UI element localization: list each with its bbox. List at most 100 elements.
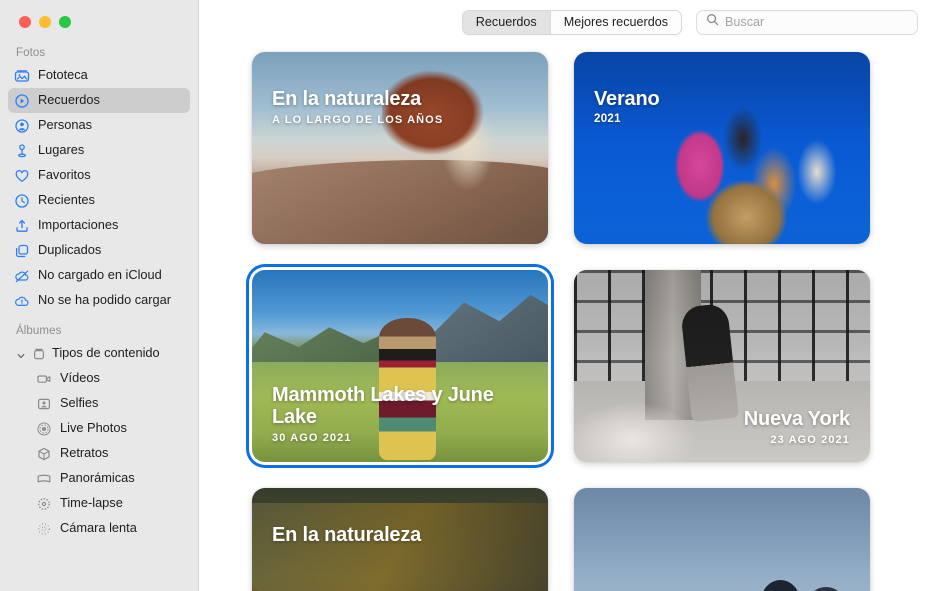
memory-card-mammoth-lakes-y-june-lake[interactable]: Mammoth Lakes y June Lake 30 AGO 2021 [252, 270, 548, 462]
sidebar-item-label: No cargado en iCloud [38, 269, 162, 282]
memory-subtitle: 23 AGO 2021 [594, 434, 850, 446]
minimize-button[interactable] [39, 16, 51, 28]
sidebar-item-label: No se ha podido cargar [38, 294, 171, 307]
tab-label: Recuerdos [476, 15, 537, 29]
cloud-warning-icon [14, 293, 30, 309]
sidebar-item-label: Lugares [38, 144, 84, 157]
portrait-cube-icon [36, 446, 52, 462]
cloud-slash-icon [14, 268, 30, 284]
slow-motion-icon [36, 521, 52, 537]
memory-card-wrap: Nueva York 23 AGO 2021 [574, 270, 870, 462]
silhouette [806, 587, 846, 591]
sidebar-item-label: Panorámicas [60, 472, 135, 485]
memory-title: Verano [594, 88, 850, 110]
tab-mejores-recuerdos[interactable]: Mejores recuerdos [550, 11, 681, 34]
sidebar-item-no-se-ha-podido-cargar[interactable]: No se ha podido cargar [8, 288, 190, 313]
sidebar-item-camara-lenta[interactable]: Cámara lenta [8, 516, 190, 541]
sidebar-item-time-lapse[interactable]: Time-lapse [8, 491, 190, 516]
memories-grid-scroll[interactable]: En la naturaleza A LO LARGO DE LOS AÑOS … [199, 44, 931, 591]
sidebar-group-label: Tipos de contenido [52, 347, 160, 360]
sidebar-section-header-fotos: Fotos [0, 44, 198, 63]
close-button[interactable] [19, 16, 31, 28]
sidebar-item-label: Importaciones [38, 219, 118, 232]
chevron-down-icon[interactable] [16, 349, 26, 359]
sidebar-item-panoramicas[interactable]: Panorámicas [8, 466, 190, 491]
sidebar-item-duplicados[interactable]: Duplicados [8, 238, 190, 263]
sidebar-item-label: Cámara lenta [60, 522, 137, 535]
memory-card-wrap: En la naturaleza A LO LARGO DE LOS AÑOS [252, 52, 548, 244]
content-types-icon [31, 346, 47, 362]
memory-card-dusk-silhouettes[interactable] [574, 488, 870, 591]
video-icon [36, 371, 52, 387]
memory-card-en-la-naturaleza-2[interactable]: En la naturaleza [252, 488, 548, 591]
sidebar-nav-fotos: Fototeca Recuerdos Personas Lugares [0, 63, 198, 313]
sidebar-item-no-cargado-icloud[interactable]: No cargado en iCloud [8, 263, 190, 288]
memory-card-nueva-york[interactable]: Nueva York 23 AGO 2021 [574, 270, 870, 462]
sidebar-item-selfies[interactable]: Selfies [8, 391, 190, 416]
search-field[interactable]: Buscar [696, 10, 918, 35]
sidebar-section-header-albumes: Álbumes [0, 313, 198, 341]
selfie-icon [36, 396, 52, 412]
sidebar-group-tipos-de-contenido[interactable]: Tipos de contenido [8, 341, 190, 366]
memories-grid: En la naturaleza A LO LARGO DE LOS AÑOS … [199, 52, 931, 591]
heart-icon [14, 168, 30, 184]
sidebar-item-lugares[interactable]: Lugares [8, 138, 190, 163]
memory-subtitle: 2021 [594, 113, 850, 125]
sidebar-item-label: Live Photos [60, 422, 127, 435]
memory-card-wrap: Verano 2021 [574, 52, 870, 244]
memory-subtitle: 30 AGO 2021 [272, 432, 528, 444]
sidebar: Fotos Fototeca Recuerdos Personas [0, 0, 199, 591]
sidebar-item-label: Recuerdos [38, 94, 100, 107]
sidebar-item-favoritos[interactable]: Favoritos [8, 163, 190, 188]
sidebar-item-label: Fototeca [38, 69, 88, 82]
sidebar-item-personas[interactable]: Personas [8, 113, 190, 138]
sidebar-item-importaciones[interactable]: Importaciones [8, 213, 190, 238]
memory-title: Mammoth Lakes y June Lake [272, 384, 528, 428]
memory-caption: En la naturaleza A LO LARGO DE LOS AÑOS [272, 88, 528, 126]
memory-caption: Mammoth Lakes y June Lake 30 AGO 2021 [272, 384, 528, 444]
sidebar-item-label: Selfies [60, 397, 98, 410]
search-placeholder: Buscar [725, 15, 764, 29]
memory-card-wrap: Mammoth Lakes y June Lake 30 AGO 2021 [252, 270, 548, 462]
people-icon [14, 118, 30, 134]
memories-segmented-control[interactable]: Recuerdos Mejores recuerdos [462, 10, 682, 35]
photo-library-icon [14, 68, 30, 84]
clock-icon [14, 193, 30, 209]
duplicates-icon [14, 243, 30, 259]
sidebar-item-label: Recientes [38, 194, 95, 207]
sidebar-item-label: Time-lapse [60, 497, 123, 510]
main-content: Recuerdos Mejores recuerdos Buscar [199, 0, 931, 591]
memory-card-en-la-naturaleza[interactable]: En la naturaleza A LO LARGO DE LOS AÑOS [252, 52, 548, 244]
places-pin-icon [14, 143, 30, 159]
sidebar-item-videos[interactable]: Vídeos [8, 366, 190, 391]
toolbar: Recuerdos Mejores recuerdos Buscar [199, 0, 931, 44]
memory-subtitle: A LO LARGO DE LOS AÑOS [272, 114, 528, 126]
sidebar-item-label: Retratos [60, 447, 108, 460]
import-icon [14, 218, 30, 234]
memory-overlay [574, 52, 870, 244]
sidebar-item-recientes[interactable]: Recientes [8, 188, 190, 213]
memory-title: Nueva York [594, 408, 850, 430]
sidebar-item-recuerdos[interactable]: Recuerdos [8, 88, 190, 113]
sidebar-item-retratos[interactable]: Retratos [8, 441, 190, 466]
photos-window: Fotos Fototeca Recuerdos Personas [0, 0, 931, 591]
memory-caption: Nueva York 23 AGO 2021 [594, 408, 850, 446]
memory-card-wrap [574, 488, 870, 591]
sidebar-item-label: Favoritos [38, 169, 91, 182]
memory-title: En la naturaleza [272, 524, 528, 546]
maximize-button[interactable] [59, 16, 71, 28]
window-controls [0, 0, 198, 44]
sidebar-item-live-photos[interactable]: Live Photos [8, 416, 190, 441]
sidebar-item-label: Personas [38, 119, 92, 132]
memory-overlay [252, 52, 548, 244]
memory-title: En la naturaleza [272, 88, 528, 110]
memory-caption: Verano 2021 [594, 88, 850, 125]
silhouette [761, 580, 801, 591]
memory-card-verano[interactable]: Verano 2021 [574, 52, 870, 244]
tab-label: Mejores recuerdos [564, 15, 668, 29]
panorama-icon [36, 471, 52, 487]
sidebar-item-fototeca[interactable]: Fototeca [8, 63, 190, 88]
memories-icon [14, 93, 30, 109]
sidebar-item-label: Vídeos [60, 372, 100, 385]
tab-recuerdos[interactable]: Recuerdos [463, 11, 550, 34]
